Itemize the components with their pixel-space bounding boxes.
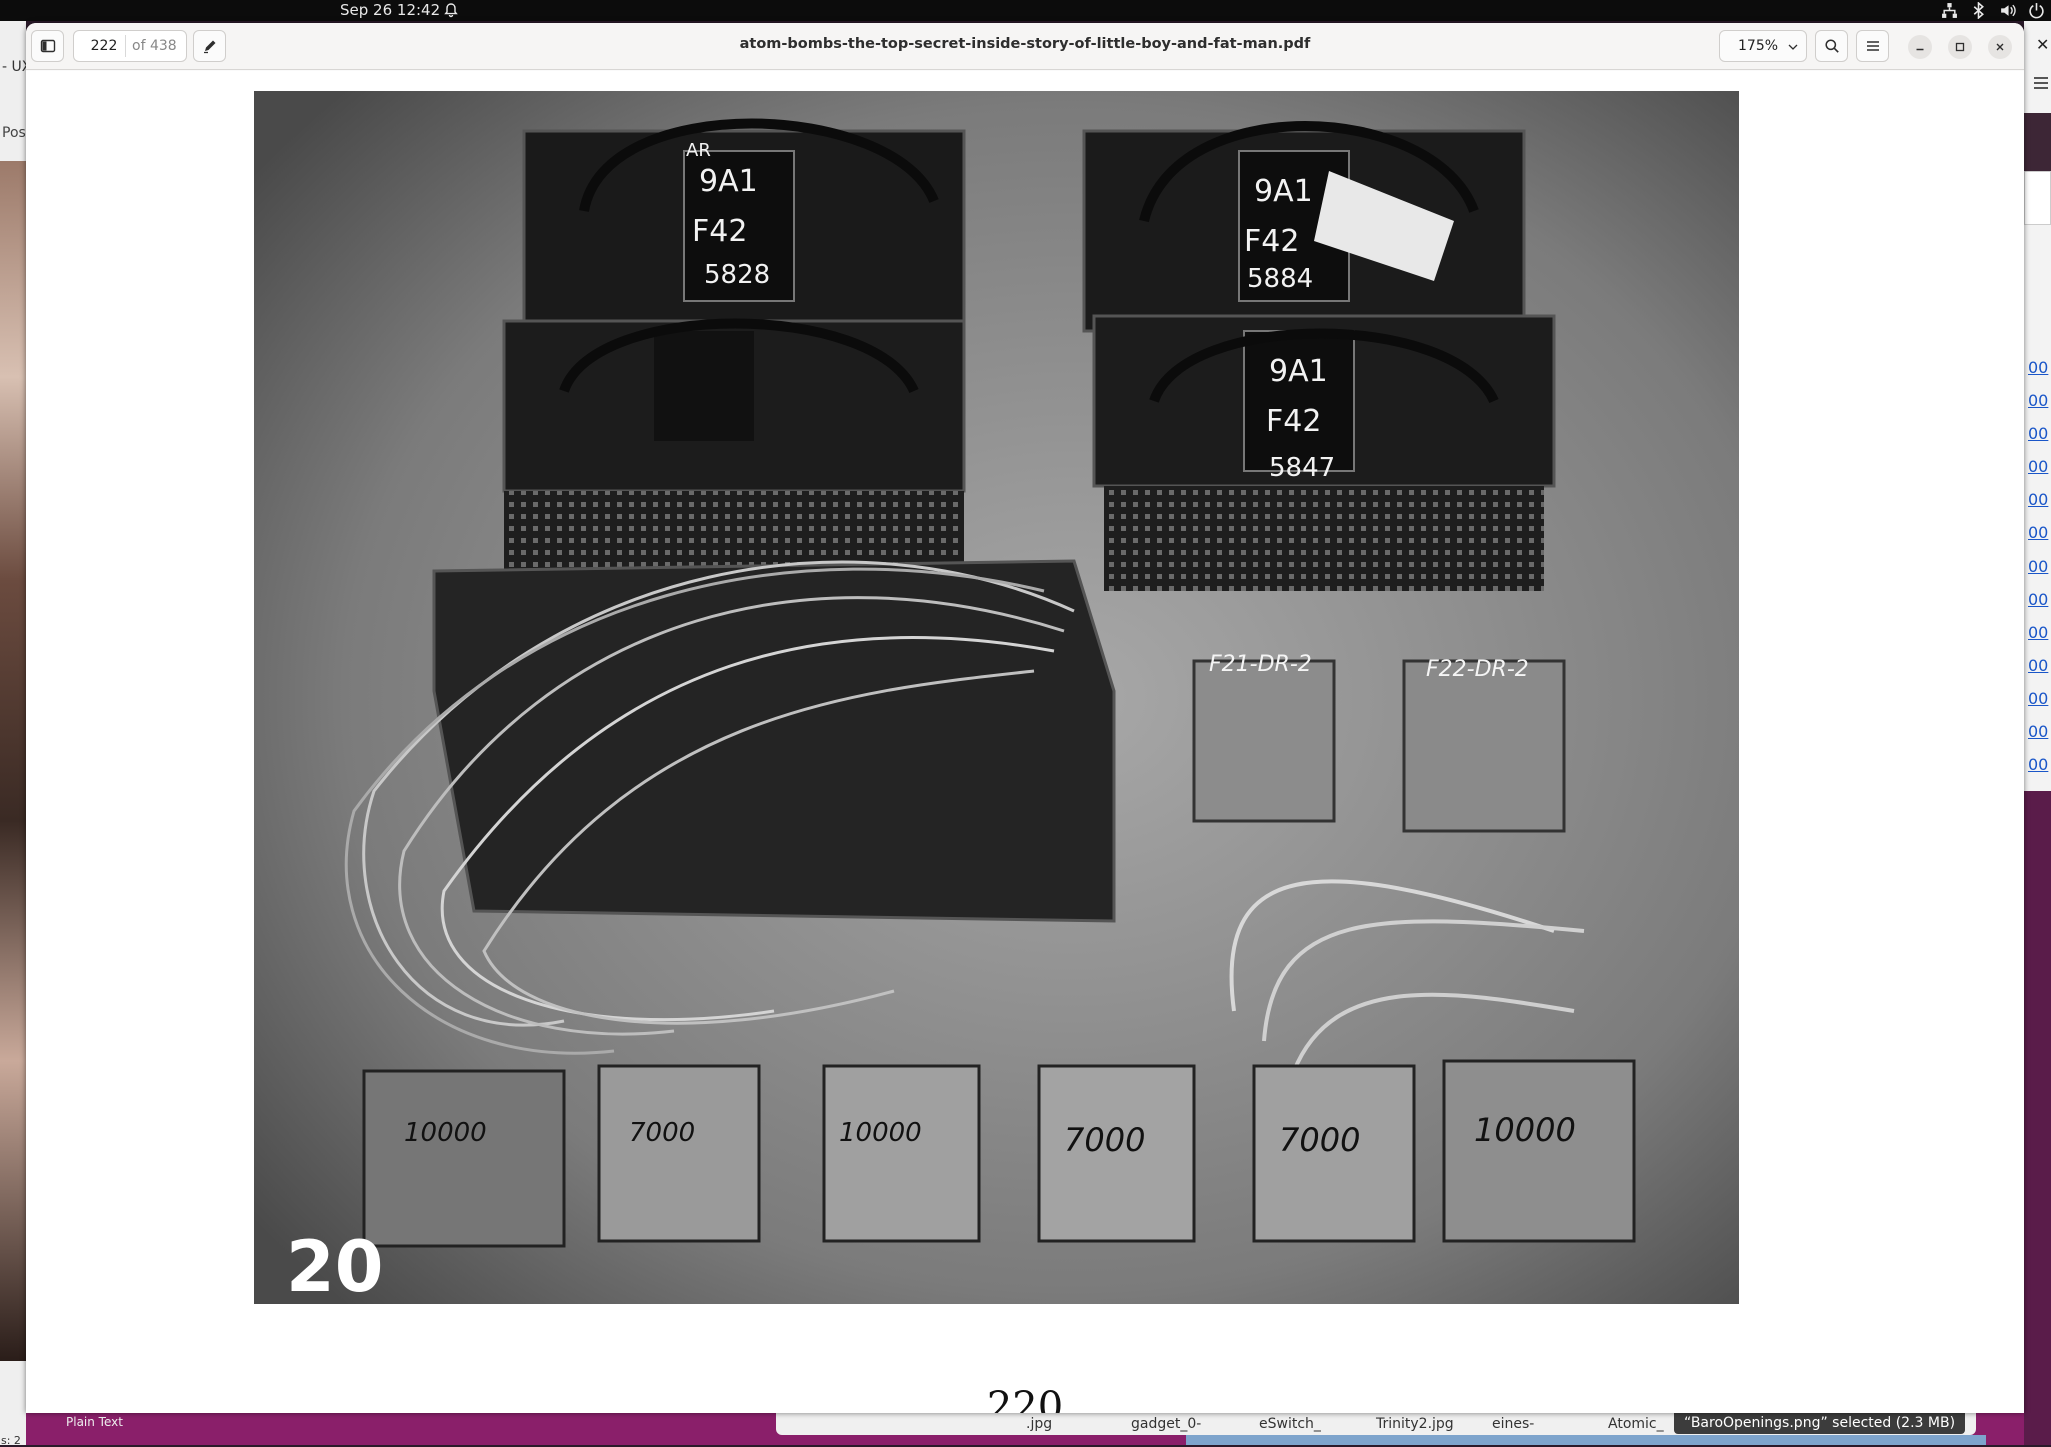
radar-unit-2 bbox=[1082, 121, 1526, 333]
close-button[interactable] bbox=[1988, 35, 2012, 59]
baro-unit-label: 7000 bbox=[1279, 1121, 1360, 1159]
baro-unit-label: 10000 bbox=[1474, 1111, 1576, 1149]
unit-2-model: F42 bbox=[1244, 224, 1299, 259]
background-link-list: 00 00 00 00 00 00 00 00 00 00 00 00 00 bbox=[2028, 351, 2048, 781]
search-icon bbox=[1824, 39, 1839, 53]
search-button[interactable] bbox=[1815, 30, 1848, 62]
system-tray[interactable] bbox=[1941, 2, 2045, 19]
clock[interactable]: Sep 26 12:42 bbox=[340, 0, 440, 21]
file-item[interactable]: .jpg bbox=[1026, 1416, 1052, 1432]
document-viewer-window: 222 of 438 atom-bombs-the-top-secret-ins… bbox=[26, 23, 2024, 1413]
background-link[interactable]: 00 bbox=[2028, 516, 2048, 549]
language-mode-label[interactable]: Plain Text bbox=[66, 1415, 123, 1429]
background-link[interactable]: 00 bbox=[2028, 351, 2048, 384]
small-box-1 bbox=[1192, 659, 1336, 823]
maximize-button[interactable] bbox=[1948, 35, 1972, 59]
background-tab-label[interactable]: - UX bbox=[0, 47, 26, 87]
minimize-icon bbox=[1916, 48, 1924, 51]
chevron-down-icon bbox=[1788, 44, 1798, 50]
background-panel-text: Pos bbox=[2, 125, 26, 141]
photograph-drawing: AR 9A1 F42 5828 9A1 F42 5884 9A1 F42 584… bbox=[254, 91, 1739, 1304]
bell-icon[interactable] bbox=[443, 2, 459, 18]
background-wallpaper bbox=[2024, 791, 2051, 1445]
file-item[interactable]: eines- bbox=[1492, 1416, 1534, 1432]
header-bar: 222 of 438 atom-bombs-the-top-secret-ins… bbox=[26, 23, 2024, 70]
maximize-icon bbox=[1955, 42, 1965, 52]
background-link[interactable]: 00 bbox=[2028, 748, 2048, 781]
close-icon bbox=[1996, 43, 2004, 51]
unit-2-code: 9A1 bbox=[1254, 174, 1313, 209]
unit-1-model: F42 bbox=[692, 214, 747, 249]
unit-1-code: 9A1 bbox=[699, 164, 758, 199]
unit-4-code: 9A1 bbox=[1269, 354, 1328, 389]
background-menu-icon[interactable] bbox=[2034, 77, 2048, 89]
main-menu-button[interactable] bbox=[1856, 30, 1889, 62]
background-link[interactable]: 00 bbox=[2028, 583, 2048, 616]
bluetooth-icon[interactable] bbox=[1970, 2, 1987, 19]
background-link[interactable]: 00 bbox=[2028, 682, 2048, 715]
background-link[interactable]: 00 bbox=[2028, 483, 2048, 516]
page-photograph: AR 9A1 F42 5828 9A1 F42 5884 9A1 F42 584… bbox=[254, 91, 1739, 1304]
background-link[interactable]: 00 bbox=[2028, 715, 2048, 748]
background-card bbox=[2024, 171, 2051, 225]
background-bottom-strip: Plain Text .jpg gadget_0- eSwitch_ Trini… bbox=[26, 1413, 2024, 1445]
background-link[interactable]: 00 bbox=[2028, 384, 2048, 417]
baro-unit-label: 10000 bbox=[404, 1118, 487, 1148]
small-box-1-label: F21-DR-2 bbox=[1209, 652, 1312, 677]
zoom-level: 175% bbox=[1738, 38, 1779, 54]
document-canvas[interactable]: AR 9A1 F42 5828 9A1 F42 5884 9A1 F42 584… bbox=[26, 71, 2024, 1413]
background-link[interactable]: 00 bbox=[2028, 450, 2048, 483]
system-top-bar: Sep 26 12:42 bbox=[0, 0, 2051, 21]
background-header-band bbox=[2024, 113, 2051, 173]
background-link[interactable]: 00 bbox=[2028, 616, 2048, 649]
power-icon[interactable] bbox=[2028, 2, 2045, 19]
small-box-2-label: F22-DR-2 bbox=[1426, 657, 1529, 682]
hamburger-menu-icon bbox=[1866, 41, 1879, 51]
file-item[interactable]: gadget_0- bbox=[1131, 1416, 1201, 1432]
unit-ar-mark: AR bbox=[686, 140, 711, 161]
background-link[interactable]: 00 bbox=[2028, 417, 2048, 450]
background-photo bbox=[0, 161, 26, 1361]
unit-1-serial: 5828 bbox=[704, 260, 770, 290]
corner-mark: 20 bbox=[286, 1226, 383, 1304]
unit-2-serial: 5884 bbox=[1247, 264, 1313, 294]
file-item[interactable]: Atomic_ bbox=[1608, 1416, 1664, 1432]
file-item[interactable]: eSwitch_ bbox=[1259, 1416, 1321, 1432]
selection-status: “BaroOpenings.png” selected (2.3 MB) bbox=[1674, 1413, 1966, 1434]
unit-4-serial: 5847 bbox=[1269, 453, 1335, 483]
zoom-dropdown[interactable]: 175% bbox=[1719, 30, 1807, 62]
volume-icon[interactable] bbox=[1999, 2, 2016, 19]
minimize-button[interactable] bbox=[1908, 35, 1932, 59]
baro-unit-label: 10000 bbox=[839, 1118, 922, 1148]
baro-unit-label: 7000 bbox=[629, 1118, 695, 1148]
background-link[interactable]: 00 bbox=[2028, 649, 2048, 682]
background-window-left[interactable]: - UX Pos s: 2 bbox=[0, 21, 26, 1447]
background-close-icon[interactable]: ✕ bbox=[2036, 35, 2049, 54]
file-item[interactable]: Trinity2.jpg bbox=[1376, 1416, 1454, 1432]
baro-unit-label: 7000 bbox=[1064, 1121, 1145, 1159]
radar-unit-3 bbox=[502, 318, 966, 581]
background-status-text: s: 2 bbox=[1, 1434, 21, 1447]
small-box-2 bbox=[1402, 659, 1566, 833]
background-sky-image bbox=[1186, 1435, 1986, 1445]
network-icon[interactable] bbox=[1941, 2, 1958, 19]
printed-page-number: 220 bbox=[986, 1384, 1064, 1413]
unit-4-model: F42 bbox=[1266, 404, 1321, 439]
background-window-right[interactable]: ✕ 00 00 00 00 00 00 00 00 00 00 00 00 00 bbox=[2024, 21, 2051, 1445]
background-link[interactable]: 00 bbox=[2028, 550, 2048, 583]
